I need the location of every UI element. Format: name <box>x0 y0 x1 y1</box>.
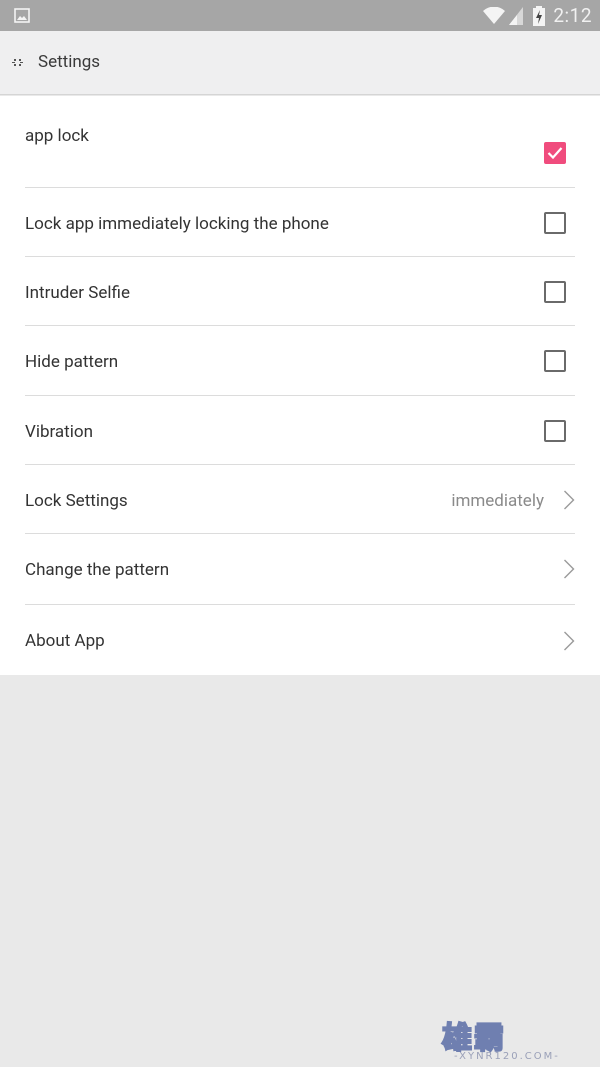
chevron-right-icon <box>564 559 575 579</box>
page-title: Settings <box>38 52 101 72</box>
setting-about-app[interactable]: About App <box>25 605 575 675</box>
chevron-right-icon <box>564 490 575 510</box>
checkmark-icon <box>547 147 563 160</box>
setting-label: Hide pattern <box>25 352 119 372</box>
setting-intruder-selfie[interactable]: Intruder Selfie <box>25 257 575 326</box>
lock-immediately-checkbox[interactable] <box>544 212 566 234</box>
setting-label: app lock <box>25 126 89 146</box>
setting-hide-pattern[interactable]: Hide pattern <box>25 326 575 396</box>
app-lock-checkbox[interactable] <box>544 142 566 164</box>
app-bar: Settings <box>0 31 600 95</box>
watermark: 雄霸 -XYNR120.COM- <box>432 1013 600 1067</box>
cell-signal-icon <box>509 6 524 25</box>
setting-app-lock[interactable]: app lock <box>25 96 575 188</box>
settings-list: app lock Lock app immediately locking th… <box>0 96 600 675</box>
status-bar: 2:12 <box>0 0 600 31</box>
setting-change-pattern[interactable]: Change the pattern <box>25 534 575 605</box>
setting-label: Lock Settings <box>25 491 128 511</box>
back-icon[interactable] <box>12 57 24 69</box>
battery-charging-icon <box>533 5 546 26</box>
setting-lock-immediately[interactable]: Lock app immediately locking the phone <box>25 188 575 257</box>
lock-settings-value: immediately <box>451 491 544 511</box>
clock: 2:12 <box>553 4 592 27</box>
setting-label: Lock app immediately locking the phone <box>25 214 329 234</box>
watermark-subtext: -XYNR120.COM- <box>454 1051 560 1062</box>
chevron-right-icon <box>564 631 575 651</box>
setting-label: Vibration <box>25 422 93 442</box>
intruder-selfie-checkbox[interactable] <box>544 281 566 303</box>
wifi-icon <box>483 6 506 24</box>
setting-label: Intruder Selfie <box>25 283 130 303</box>
setting-label: Change the pattern <box>25 560 170 580</box>
setting-lock-settings[interactable]: Lock Settings immediately <box>25 465 575 534</box>
setting-vibration[interactable]: Vibration <box>25 396 575 465</box>
image-notification-icon <box>14 8 30 23</box>
vibration-checkbox[interactable] <box>544 420 566 442</box>
hide-pattern-checkbox[interactable] <box>544 350 566 372</box>
setting-label: About App <box>25 631 105 651</box>
